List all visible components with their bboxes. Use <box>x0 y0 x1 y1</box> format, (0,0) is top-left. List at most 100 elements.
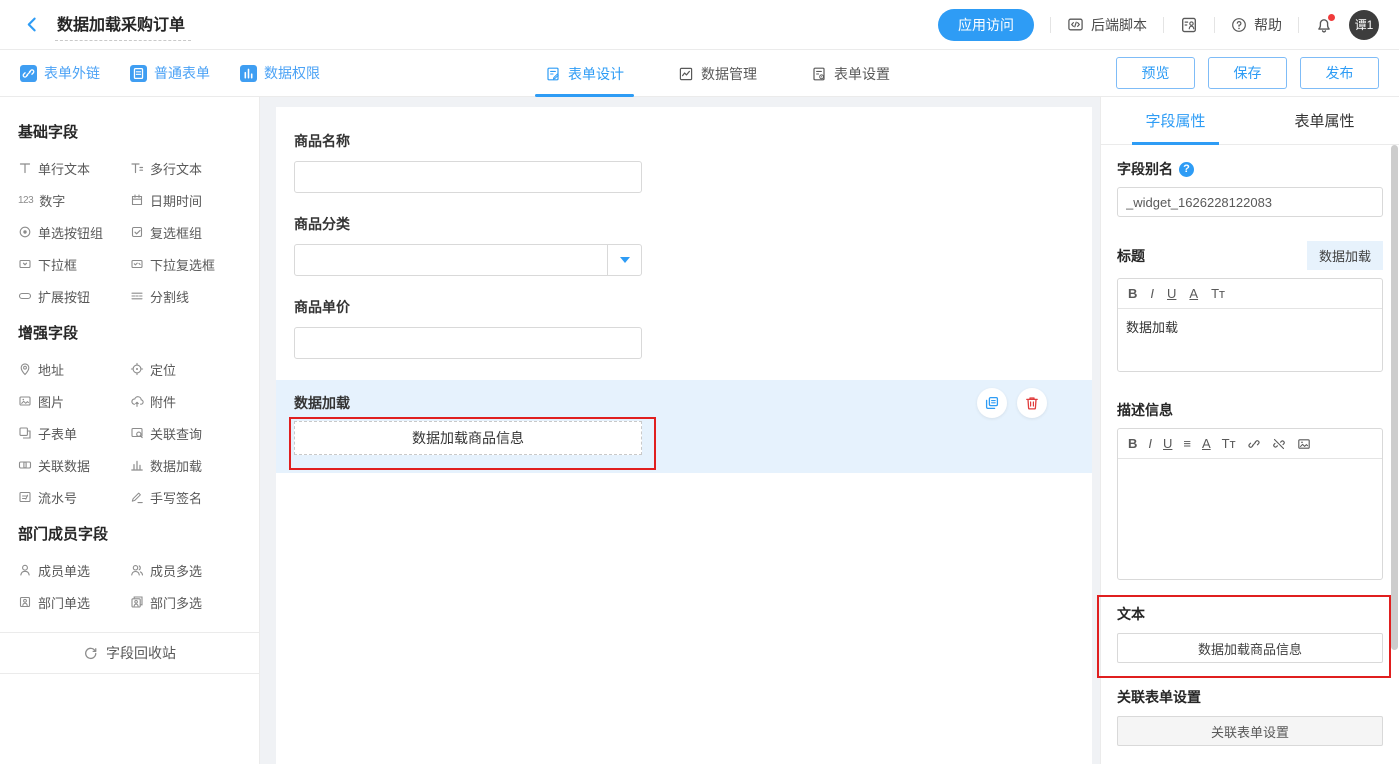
product-category-select[interactable] <box>294 244 642 276</box>
tab-field-properties[interactable]: 字段属性 <box>1101 97 1250 144</box>
tab-form-settings-label: 表单设置 <box>834 64 890 84</box>
canvas-field-product-price[interactable]: 商品单价 <box>294 297 1074 359</box>
canvas-field-product-category[interactable]: 商品分类 <box>294 214 1074 276</box>
field-item[interactable]: 扩展按钮 <box>18 280 130 312</box>
data-permission-button[interactable]: 数据权限 <box>240 63 320 83</box>
property-inspector: 字段属性 表单属性 字段别名 ? 标题 数据加载 B I U A Tт <box>1100 97 1399 764</box>
select-value <box>295 245 607 275</box>
field-item[interactable]: 部门多选 <box>130 586 242 618</box>
divider <box>1050 17 1051 33</box>
field-recycle-bin-button[interactable]: 字段回收站 <box>0 633 259 674</box>
field-item-label: 关联数据 <box>38 456 90 475</box>
title-field-tag[interactable]: 数据加载 <box>1307 241 1383 270</box>
field-label: 商品名称 <box>294 131 1074 151</box>
signature-icon <box>130 490 144 504</box>
font-size-button[interactable]: Tт <box>1211 287 1225 300</box>
bold-button[interactable]: B <box>1128 437 1137 450</box>
field-library-sidebar: 基础字段 单行文本 多行文本 123数字 日期时间 单选按钮组 复选框组 下拉框… <box>0 97 260 764</box>
data-permission-icon <box>240 65 257 82</box>
selected-field-data-load[interactable]: 数据加载 数据加载商品信息 <box>276 380 1092 473</box>
field-item[interactable]: 多行文本 <box>130 152 242 184</box>
alias-help-icon[interactable]: ? <box>1179 162 1194 177</box>
external-link-button[interactable]: 表单外链 <box>20 63 100 83</box>
subform-icon <box>18 426 32 440</box>
inspector-scrollbar[interactable] <box>1391 145 1398 650</box>
description-editor-content[interactable] <box>1118 459 1382 579</box>
bold-button[interactable]: B <box>1128 287 1137 300</box>
org-contacts-button[interactable] <box>1180 16 1198 34</box>
title-editor-content[interactable]: 数据加载 <box>1118 309 1382 371</box>
italic-button[interactable]: I <box>1148 437 1152 450</box>
select-arrow-button[interactable] <box>607 245 641 275</box>
field-item[interactable]: 复选框组 <box>130 216 242 248</box>
annotation-red-box-canvas <box>289 417 656 470</box>
field-item-label: 下拉复选框 <box>150 255 215 274</box>
dropdown-icon <box>18 257 32 271</box>
notification-bell-button[interactable] <box>1315 16 1333 34</box>
font-color-button[interactable]: A <box>1202 437 1211 450</box>
single-line-text-icon <box>18 161 32 175</box>
field-item[interactable]: 数据加载 <box>130 449 242 481</box>
field-item[interactable]: 成员单选 <box>18 554 130 586</box>
related-form-settings-button[interactable]: 关联表单设置 <box>1117 716 1383 746</box>
field-alias-input[interactable] <box>1117 187 1383 217</box>
field-item-label: 子表单 <box>38 424 77 443</box>
font-color-button[interactable]: A <box>1189 287 1198 300</box>
org-contacts-icon <box>1180 16 1198 34</box>
tab-form-design[interactable]: 表单设计 <box>545 50 624 97</box>
text-value-button[interactable]: 数据加载商品信息 <box>1117 633 1383 663</box>
field-item[interactable]: 下拉框 <box>18 248 130 280</box>
underline-button[interactable]: U <box>1167 287 1176 300</box>
field-item[interactable]: 关联数据 <box>18 449 130 481</box>
field-item[interactable]: 定位 <box>130 353 242 385</box>
app-access-button[interactable]: 应用访问 <box>938 9 1034 41</box>
underline-button[interactable]: U <box>1163 437 1172 450</box>
help-icon <box>1231 17 1247 33</box>
backend-script-button[interactable]: 后端脚本 <box>1067 15 1147 35</box>
tab-data-manage[interactable]: 数据管理 <box>678 50 757 97</box>
field-item-label: 日期时间 <box>150 191 202 210</box>
linked-data-icon <box>18 458 32 472</box>
align-button[interactable]: ≡ <box>1183 437 1191 450</box>
section-title-member-fields: 部门成员字段 <box>18 523 241 544</box>
avatar[interactable]: 谭1 <box>1349 10 1379 40</box>
field-item[interactable]: 图片 <box>18 385 130 417</box>
field-label: 商品单价 <box>294 297 1074 317</box>
chevron-down-icon <box>620 257 630 263</box>
field-item[interactable]: 下拉复选框 <box>130 248 242 280</box>
field-item[interactable]: 手写签名 <box>130 481 242 513</box>
text-setting-section: 文本 数据加载商品信息 <box>1117 604 1383 663</box>
plain-form-button[interactable]: 普通表单 <box>130 63 210 83</box>
field-item-label: 部门单选 <box>38 593 90 612</box>
back-button[interactable] <box>24 16 41 33</box>
product-price-input[interactable] <box>294 327 642 359</box>
canvas-field-product-name[interactable]: 商品名称 <box>294 131 1074 193</box>
tab-form-properties[interactable]: 表单属性 <box>1250 97 1399 144</box>
field-item[interactable]: 成员多选 <box>130 554 242 586</box>
tab-form-settings[interactable]: 表单设置 <box>811 50 890 97</box>
field-item[interactable]: 部门单选 <box>18 586 130 618</box>
field-item[interactable]: 单选按钮组 <box>18 216 130 248</box>
field-item[interactable]: 关联查询 <box>130 417 242 449</box>
field-item[interactable]: 子表单 <box>18 417 130 449</box>
field-item[interactable]: 流水号 <box>18 481 130 513</box>
field-item[interactable]: 附件 <box>130 385 242 417</box>
field-item[interactable]: 地址 <box>18 353 130 385</box>
insert-image-icon[interactable] <box>1297 436 1311 451</box>
save-button[interactable]: 保存 <box>1208 57 1287 89</box>
font-size-button[interactable]: Tт <box>1222 437 1236 450</box>
italic-button[interactable]: I <box>1150 287 1154 300</box>
field-item[interactable]: 日期时间 <box>130 184 242 216</box>
publish-button[interactable]: 发布 <box>1300 57 1379 89</box>
field-item[interactable]: 123数字 <box>18 184 130 216</box>
delete-field-button[interactable] <box>1017 388 1047 418</box>
field-item[interactable]: 单行文本 <box>18 152 130 184</box>
unlink-icon[interactable] <box>1272 436 1286 451</box>
product-name-input[interactable] <box>294 161 642 193</box>
field-item[interactable]: 分割线 <box>130 280 242 312</box>
preview-button[interactable]: 预览 <box>1116 57 1195 89</box>
copy-field-button[interactable] <box>977 388 1007 418</box>
help-button[interactable]: 帮助 <box>1231 15 1282 35</box>
data-load-trigger-button[interactable]: 数据加载商品信息 <box>294 421 642 455</box>
link-icon[interactable] <box>1247 436 1261 451</box>
